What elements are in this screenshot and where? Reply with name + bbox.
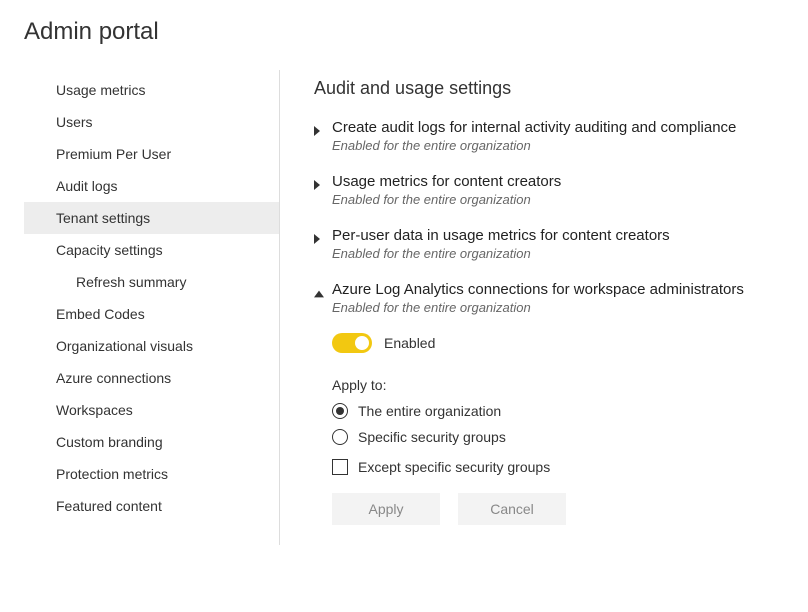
- caret-right-icon: [314, 231, 324, 247]
- except-checkbox-row[interactable]: Except specific security groups: [332, 459, 792, 475]
- sidebar-item-capacity-settings[interactable]: Capacity settings: [24, 234, 279, 266]
- setting-azure-log-analytics[interactable]: Azure Log Analytics connections for work…: [314, 281, 792, 525]
- setting-per-user-data[interactable]: Per-user data in usage metrics for conte…: [314, 227, 792, 261]
- radio-entire-org[interactable]: The entire organization: [332, 403, 792, 419]
- sidebar-item-audit-logs[interactable]: Audit logs: [24, 170, 279, 202]
- sidebar-item-protection-metrics[interactable]: Protection metrics: [24, 458, 279, 490]
- sidebar-item-usage-metrics[interactable]: Usage metrics: [24, 74, 279, 106]
- apply-to-label: Apply to:: [332, 377, 792, 393]
- cancel-button[interactable]: Cancel: [458, 493, 566, 525]
- enabled-toggle[interactable]: [332, 333, 372, 353]
- setting-status: Enabled for the entire organization: [332, 192, 792, 207]
- setting-expanded-body: Enabled Apply to: The entire organizatio…: [332, 333, 792, 525]
- sidebar-item-azure-connections[interactable]: Azure connections: [24, 362, 279, 394]
- radio-label: Specific security groups: [358, 429, 506, 445]
- checkbox-icon: [332, 459, 348, 475]
- section-title: Audit and usage settings: [314, 78, 792, 99]
- setting-status: Enabled for the entire organization: [332, 138, 792, 153]
- setting-audit-logs[interactable]: Create audit logs for internal activity …: [314, 119, 792, 153]
- radio-label: The entire organization: [358, 403, 501, 419]
- sidebar: Usage metrics Users Premium Per User Aud…: [24, 70, 280, 545]
- radio-icon: [332, 403, 348, 419]
- caret-right-icon: [314, 177, 324, 193]
- checkbox-label: Except specific security groups: [358, 459, 550, 475]
- setting-status: Enabled for the entire organization: [332, 246, 792, 261]
- setting-status: Enabled for the entire organization: [332, 300, 792, 315]
- main-content: Audit and usage settings Create audit lo…: [280, 70, 808, 545]
- setting-title: Azure Log Analytics connections for work…: [332, 281, 792, 298]
- sidebar-item-users[interactable]: Users: [24, 106, 279, 138]
- setting-title: Create audit logs for internal activity …: [332, 119, 792, 136]
- sidebar-item-organizational-visuals[interactable]: Organizational visuals: [24, 330, 279, 362]
- toggle-label: Enabled: [384, 335, 435, 351]
- setting-title: Usage metrics for content creators: [332, 173, 792, 190]
- setting-title: Per-user data in usage metrics for conte…: [332, 227, 792, 244]
- sidebar-item-refresh-summary[interactable]: Refresh summary: [24, 266, 279, 298]
- setting-usage-metrics[interactable]: Usage metrics for content creators Enabl…: [314, 173, 792, 207]
- apply-button[interactable]: Apply: [332, 493, 440, 525]
- sidebar-item-premium-per-user[interactable]: Premium Per User: [24, 138, 279, 170]
- caret-down-icon: [314, 285, 324, 301]
- caret-right-icon: [314, 123, 324, 139]
- radio-specific-groups[interactable]: Specific security groups: [332, 429, 792, 445]
- radio-icon: [332, 429, 348, 445]
- sidebar-item-embed-codes[interactable]: Embed Codes: [24, 298, 279, 330]
- sidebar-item-custom-branding[interactable]: Custom branding: [24, 426, 279, 458]
- sidebar-item-featured-content[interactable]: Featured content: [24, 490, 279, 522]
- toggle-knob: [355, 336, 369, 350]
- sidebar-item-tenant-settings[interactable]: Tenant settings: [24, 202, 279, 234]
- page-title: Admin portal: [24, 18, 808, 46]
- sidebar-item-workspaces[interactable]: Workspaces: [24, 394, 279, 426]
